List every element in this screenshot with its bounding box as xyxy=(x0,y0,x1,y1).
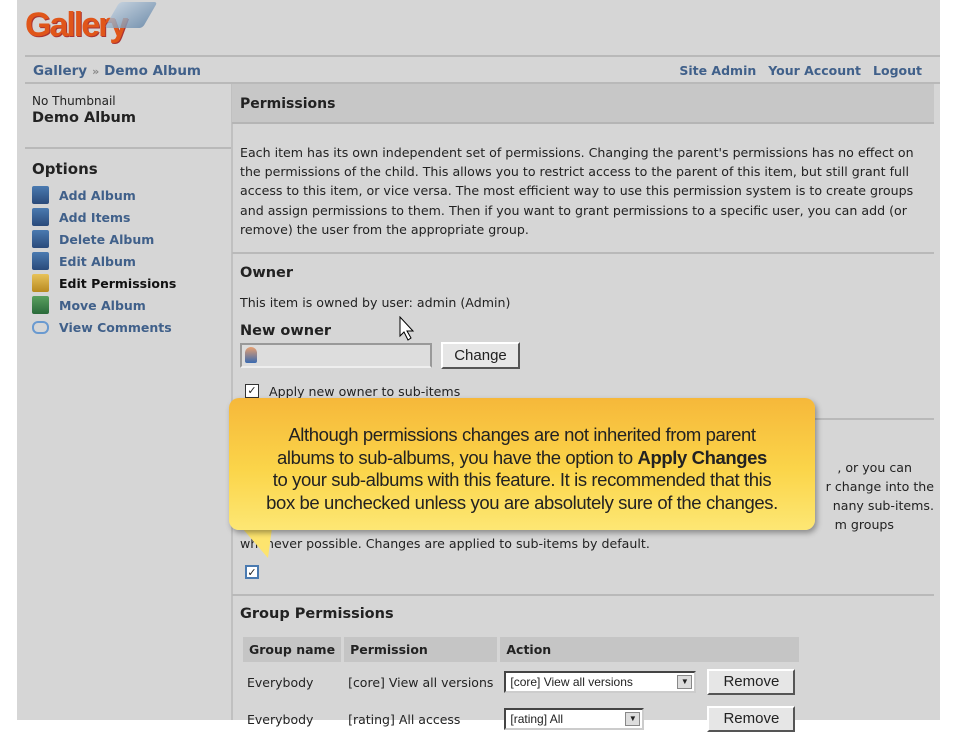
divider xyxy=(232,252,934,254)
group-name: Everybody xyxy=(247,674,314,690)
obscured-text: m groups xyxy=(834,517,894,532)
sidebar-item-delete-album[interactable]: Delete Album xyxy=(32,228,176,250)
options-heading: Options xyxy=(32,160,98,178)
table-row: Everybody [core] View all versions [core… xyxy=(243,665,799,699)
sidebar-item-label: Add Items xyxy=(59,209,131,225)
permission-name: [rating] All access xyxy=(348,711,461,727)
divider xyxy=(232,594,934,596)
mouse-cursor-icon xyxy=(399,316,415,341)
lock-permissions-icon xyxy=(32,274,49,292)
logout-link[interactable]: Logout xyxy=(873,63,922,78)
move-album-icon xyxy=(32,296,49,314)
comments-icon xyxy=(32,320,49,334)
callout-text: Although permissions changes are not inh… xyxy=(288,424,756,445)
page: Gallery Gallery » Demo Album Site Admin You… xyxy=(17,0,940,732)
your-account-link[interactable]: Your Account xyxy=(768,63,861,78)
permission-name: [core] View all versions xyxy=(348,674,494,690)
callout-text: to your sub-albums with this feature. It… xyxy=(272,469,772,491)
album-title: Demo Album xyxy=(32,110,136,126)
obscured-text: , or you can xyxy=(837,460,912,475)
remove-button[interactable]: Remove xyxy=(707,669,796,695)
divider xyxy=(25,55,940,57)
permission-select[interactable]: [rating] All ▼ xyxy=(504,708,645,730)
obscured-text: r change into the xyxy=(825,479,934,494)
sidebar-item-label: Edit Album xyxy=(59,253,136,269)
site-admin-link[interactable]: Site Admin xyxy=(679,63,756,78)
apply-changes-text: whenever possible. Changes are applied t… xyxy=(240,536,650,551)
page-title: Permissions xyxy=(232,84,934,124)
add-album-icon xyxy=(32,186,49,204)
sidebar-item-add-items[interactable]: Add Items xyxy=(32,206,176,228)
new-owner-input[interactable] xyxy=(240,343,432,368)
chevron-down-icon: ▼ xyxy=(625,712,641,726)
sidebar-item-label: Move Album xyxy=(59,297,146,313)
callout-text: box be unchecked unless you are absolute… xyxy=(266,491,778,513)
tutorial-callout: Although permissions changes are not inh… xyxy=(229,398,815,530)
sidebar-item-label: Edit Permissions xyxy=(59,275,177,291)
delete-album-icon xyxy=(32,230,49,248)
sidebar-item-label: Delete Album xyxy=(59,231,155,247)
user-icon xyxy=(245,347,257,363)
permission-select[interactable]: [core] View all versions ▼ xyxy=(504,671,697,693)
breadcrumb: Gallery » Demo Album xyxy=(33,63,201,79)
apply-owner-checkbox[interactable]: ✓ xyxy=(245,384,259,398)
breadcrumb-separator-icon: » xyxy=(92,65,100,78)
breadcrumb-demo-album[interactable]: Demo Album xyxy=(104,63,201,79)
sidebar-item-edit-permissions[interactable]: Edit Permissions xyxy=(32,272,176,294)
remove-button[interactable]: Remove xyxy=(707,706,796,732)
group-permissions-heading: Group Permissions xyxy=(240,606,394,622)
top-links: Site Admin Your Account Logout xyxy=(667,63,922,78)
column-header: Permission xyxy=(344,637,498,662)
owner-text: This item is owned by user: admin (Admin… xyxy=(240,295,511,310)
sidebar-item-label: Add Album xyxy=(59,187,136,203)
edit-album-icon xyxy=(32,252,49,270)
breadcrumb-gallery[interactable]: Gallery xyxy=(33,63,87,79)
sidebar-item-add-album[interactable]: Add Album xyxy=(32,184,176,206)
chevron-down-icon: ▼ xyxy=(677,675,693,689)
sidebar-item-edit-album[interactable]: Edit Album xyxy=(32,250,176,272)
apply-changes-checkbox[interactable]: ✓ xyxy=(245,565,259,579)
divider xyxy=(25,147,231,149)
column-header: Group name xyxy=(243,637,342,662)
owner-heading: Owner xyxy=(240,265,294,281)
group-permissions-table: Group name Permission Action Everybody [co… xyxy=(240,634,802,739)
add-items-icon xyxy=(32,208,49,226)
obscured-text: nany sub-items. xyxy=(832,498,934,513)
change-button[interactable]: Change xyxy=(441,342,520,369)
callout-text: albums to sub-albums, you have the optio… xyxy=(277,446,767,468)
sidebar-item-label: View Comments xyxy=(59,319,172,335)
intro-text: Each item has its own independent set of… xyxy=(240,145,914,237)
apply-owner-label: Apply new owner to sub-items xyxy=(269,384,461,399)
sidebar-item-move-album[interactable]: Move Album xyxy=(32,294,176,316)
table-row: Everybody [rating] All access [rating] A… xyxy=(243,702,799,736)
sidebar-item-view-comments[interactable]: View Comments xyxy=(32,316,176,338)
column-header: Action xyxy=(500,637,800,662)
new-owner-label: New owner xyxy=(240,323,332,339)
group-name: Everybody xyxy=(247,711,314,727)
thumbnail-placeholder: No Thumbnail xyxy=(32,94,116,108)
